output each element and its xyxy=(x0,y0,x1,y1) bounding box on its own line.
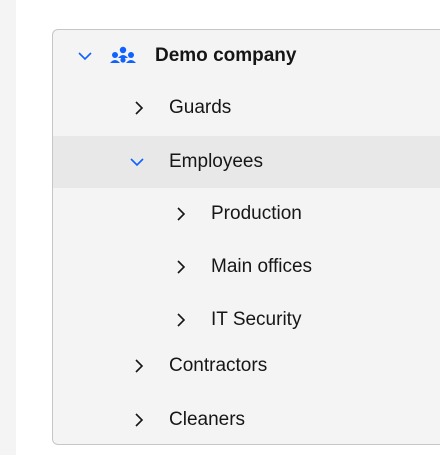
tree-node-contractors[interactable]: Contractors xyxy=(53,342,440,390)
tree-node-label: Contractors xyxy=(169,355,268,376)
tree-node-label: Demo company xyxy=(155,45,297,66)
tree-node-demo-company[interactable]: Demo company xyxy=(53,30,440,82)
chevron-right-icon[interactable] xyxy=(131,358,147,374)
chevron-right-icon[interactable] xyxy=(173,259,189,275)
tree-node-label: Main offices xyxy=(211,256,313,277)
tree-node-label: IT Security xyxy=(211,309,302,330)
organization-tree: Demo company Guards Employees Production… xyxy=(52,29,440,445)
chevron-down-icon[interactable] xyxy=(77,48,93,64)
tree-node-production[interactable]: Production xyxy=(53,188,440,240)
tree-node-employees[interactable]: Employees xyxy=(53,136,440,188)
tree-node-label: Production xyxy=(211,203,302,224)
tree-node-it-security[interactable]: IT Security xyxy=(53,294,440,346)
tree-node-label: Guards xyxy=(169,97,232,118)
people-group-icon xyxy=(109,46,137,66)
tree-node-guards[interactable]: Guards xyxy=(53,82,440,134)
chevron-right-icon[interactable] xyxy=(173,206,189,222)
chevron-right-icon[interactable] xyxy=(173,312,189,328)
chevron-right-icon[interactable] xyxy=(131,100,147,116)
tree-node-label: Employees xyxy=(169,151,263,172)
tree-node-label: Cleaners xyxy=(169,409,246,430)
chevron-right-icon[interactable] xyxy=(131,412,147,428)
tree-node-main-offices[interactable]: Main offices xyxy=(53,241,440,293)
chevron-down-icon[interactable] xyxy=(129,154,145,170)
tree-node-cleaners[interactable]: Cleaners xyxy=(53,394,440,444)
